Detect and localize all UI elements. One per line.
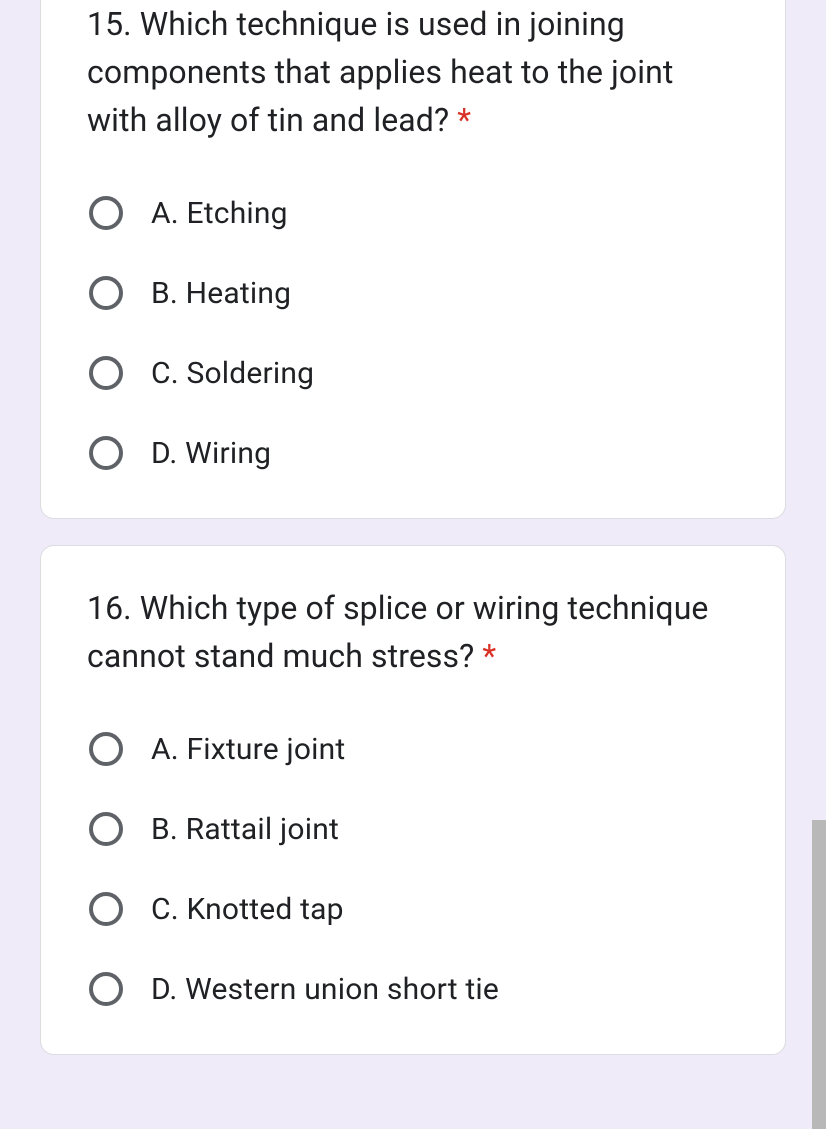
required-asterisk: * bbox=[457, 101, 471, 139]
scrollbar-thumb[interactable] bbox=[812, 820, 826, 1129]
question-body: Which technique is used in joining compo… bbox=[87, 5, 673, 139]
radio-unchecked-icon bbox=[87, 970, 125, 1008]
options-group: A. Etching B. Heating C. Soldering D. Wi… bbox=[87, 194, 739, 472]
option-label: C. Soldering bbox=[151, 356, 314, 391]
option-c[interactable]: C. Knotted tap bbox=[87, 890, 739, 928]
option-label: D. Wiring bbox=[151, 436, 271, 471]
question-number: 16. bbox=[87, 589, 132, 627]
option-b[interactable]: B. Rattail joint bbox=[87, 810, 739, 848]
option-label: B. Heating bbox=[151, 276, 291, 311]
option-d[interactable]: D. Western union short tie bbox=[87, 970, 739, 1008]
option-a[interactable]: A. Etching bbox=[87, 194, 739, 232]
radio-unchecked-icon bbox=[87, 730, 125, 768]
question-number: 15. bbox=[87, 5, 132, 43]
option-label: A. Fixture joint bbox=[151, 732, 345, 767]
question-text: 15. Which technique is used in joining c… bbox=[87, 0, 739, 144]
radio-unchecked-icon bbox=[87, 274, 125, 312]
radio-unchecked-icon bbox=[87, 890, 125, 928]
option-label: D. Western union short tie bbox=[151, 972, 499, 1007]
option-d[interactable]: D. Wiring bbox=[87, 434, 739, 472]
option-label: B. Rattail joint bbox=[151, 812, 339, 847]
option-label: A. Etching bbox=[151, 196, 288, 231]
option-c[interactable]: C. Soldering bbox=[87, 354, 739, 392]
option-b[interactable]: B. Heating bbox=[87, 274, 739, 312]
scrollbar-track[interactable] bbox=[812, 0, 826, 1129]
radio-unchecked-icon bbox=[87, 434, 125, 472]
question-card-16: 16. Which type of splice or wiring techn… bbox=[40, 545, 786, 1055]
question-text: 16. Which type of splice or wiring techn… bbox=[87, 584, 739, 680]
option-a[interactable]: A. Fixture joint bbox=[87, 730, 739, 768]
required-asterisk: * bbox=[482, 637, 496, 675]
option-label: C. Knotted tap bbox=[151, 892, 344, 927]
radio-unchecked-icon bbox=[87, 354, 125, 392]
options-group: A. Fixture joint B. Rattail joint C. Kno… bbox=[87, 730, 739, 1008]
question-body: Which type of splice or wiring technique… bbox=[87, 589, 709, 675]
radio-unchecked-icon bbox=[87, 194, 125, 232]
radio-unchecked-icon bbox=[87, 810, 125, 848]
question-card-15: 15. Which technique is used in joining c… bbox=[40, 0, 786, 519]
